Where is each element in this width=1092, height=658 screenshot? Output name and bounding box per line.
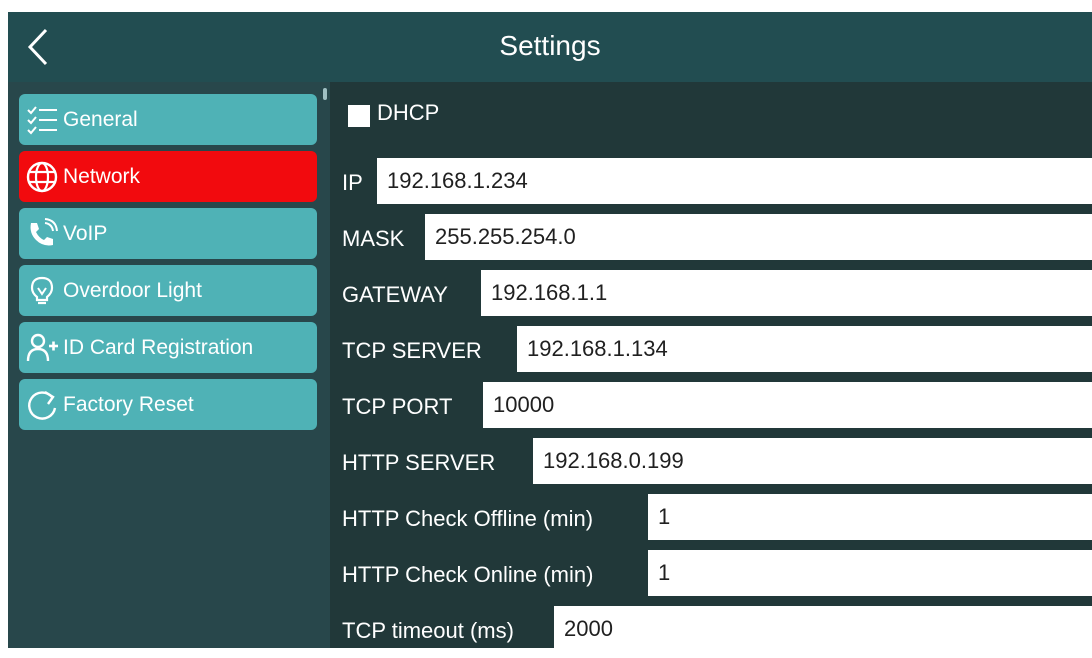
ip-row: IP xyxy=(330,158,1092,210)
tcp-server-row: TCP SERVER xyxy=(330,326,1092,378)
sidebar: General Network VoIP Overdoor Light ID C… xyxy=(8,82,330,648)
sidebar-scrollbar[interactable] xyxy=(323,88,327,100)
settings-screen: Settings General Network VoIP Overdoor L… xyxy=(8,12,1092,652)
http-check-online-label: HTTP Check Online (min) xyxy=(342,562,594,587)
page-title: Settings xyxy=(499,30,601,61)
sidebar-item-label: Network xyxy=(63,164,141,188)
tcp-port-field[interactable] xyxy=(483,382,1092,428)
mask-label: MASK xyxy=(342,226,405,251)
gateway-row: GATEWAY xyxy=(330,270,1092,322)
phone-icon xyxy=(30,217,58,245)
sidebar-item-network[interactable]: Network xyxy=(19,151,317,202)
gateway-label: GATEWAY xyxy=(342,282,448,307)
tcp-server-label: TCP SERVER xyxy=(342,338,482,363)
http-server-label: HTTP SERVER xyxy=(342,450,496,475)
http-check-offline-field[interactable] xyxy=(648,494,1092,540)
sidebar-item-general[interactable]: General xyxy=(19,94,317,145)
tcp-port-label: TCP PORT xyxy=(342,394,453,419)
gateway-field[interactable] xyxy=(481,270,1092,316)
sidebar-item-voip[interactable]: VoIP xyxy=(19,208,317,259)
dhcp-checkbox[interactable] xyxy=(348,105,370,127)
tcp-timeout-label: TCP timeout (ms) xyxy=(342,618,514,643)
checklist-icon xyxy=(27,105,57,134)
sidebar-item-factory-reset[interactable]: Factory Reset xyxy=(19,379,317,430)
tcp-timeout-row: TCP timeout (ms) xyxy=(330,606,1092,658)
reset-icon xyxy=(28,390,57,420)
sidebar-item-label: Factory Reset xyxy=(63,392,194,416)
tcp-timeout-field[interactable] xyxy=(554,606,1092,652)
sidebar-item-overdoor-light[interactable]: Overdoor Light xyxy=(19,265,317,316)
http-check-offline-row: HTTP Check Offline (min) xyxy=(330,494,1092,546)
globe-icon xyxy=(26,161,58,192)
lightbulb-icon xyxy=(30,276,54,304)
http-check-offline-label: HTTP Check Offline (min) xyxy=(342,506,594,531)
http-server-row: HTTP SERVER xyxy=(330,438,1092,490)
sidebar-item-label: VoIP xyxy=(63,221,108,245)
add-user-icon xyxy=(26,333,58,361)
http-server-field[interactable] xyxy=(533,438,1092,484)
sidebar-item-label: ID Card Registration xyxy=(63,335,254,359)
ip-field[interactable] xyxy=(377,158,1092,204)
tcp-port-row: TCP PORT xyxy=(330,382,1092,434)
title-bar: Settings xyxy=(8,12,1092,82)
http-check-online-row: HTTP Check Online (min) xyxy=(330,550,1092,602)
mask-field[interactable] xyxy=(425,214,1092,260)
dhcp-label: DHCP xyxy=(377,100,440,125)
network-settings-panel: DHCP IP MASK GATEWAY TCP SERVER TCP PORT… xyxy=(330,82,1092,652)
sidebar-item-id-card-registration[interactable]: ID Card Registration xyxy=(19,322,317,373)
sidebar-item-label: Overdoor Light xyxy=(63,278,202,302)
http-check-online-field[interactable] xyxy=(648,550,1092,596)
tcp-server-field[interactable] xyxy=(517,326,1092,372)
ip-label: IP xyxy=(342,170,363,195)
mask-row: MASK xyxy=(330,214,1092,266)
sidebar-item-label: General xyxy=(63,107,138,131)
